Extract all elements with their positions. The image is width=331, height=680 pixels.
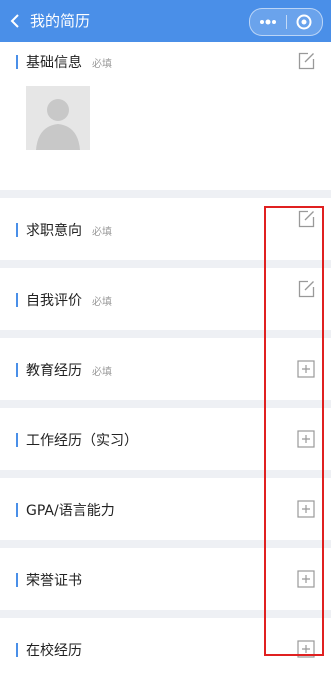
section-header: GPA/语言能力 (16, 500, 115, 520)
add-icon[interactable] (297, 430, 315, 448)
section-header: 自我评价 必填 (16, 290, 112, 310)
page-title: 我的简历 (30, 12, 91, 30)
avatar[interactable] (26, 86, 90, 150)
section-accent-bar (16, 573, 18, 587)
more-dots-icon (259, 19, 276, 25)
more-button[interactable] (250, 9, 286, 35)
edit-icon[interactable] (297, 210, 315, 228)
section-label: 教育经历 (26, 363, 82, 379)
section-header: 荣誉证书 (16, 570, 82, 590)
resume-sections: 基础信息 必填 求职意向 必填 自我评价 必填 教育经历 必填 工作经历（实习）… (0, 42, 331, 680)
section-basic-info: 基础信息 必填 (0, 42, 331, 190)
required-tag: 必填 (92, 226, 112, 238)
add-icon[interactable] (297, 570, 315, 588)
section-self-evaluation[interactable]: 自我评价 必填 (0, 268, 331, 330)
section-header: 教育经历 必填 (16, 360, 112, 380)
section-gpa-language[interactable]: GPA/语言能力 (0, 478, 331, 540)
section-accent-bar (16, 223, 18, 237)
required-tag: 必填 (92, 296, 112, 308)
section-job-intention[interactable]: 求职意向 必填 (0, 198, 331, 260)
add-icon[interactable] (297, 640, 315, 658)
section-certificates[interactable]: 荣誉证书 (0, 548, 331, 610)
target-circle-icon (296, 14, 312, 30)
add-icon[interactable] (297, 360, 315, 378)
section-accent-bar (16, 503, 18, 517)
add-icon[interactable] (297, 500, 315, 518)
section-label: 工作经历（实习） (26, 433, 138, 449)
chevron-left-icon (10, 14, 19, 28)
section-accent-bar (16, 433, 18, 447)
edit-icon[interactable] (297, 52, 315, 70)
section-accent-bar (16, 363, 18, 377)
section-header: 在校经历 (16, 640, 82, 660)
title-bar: 我的简历 (0, 0, 331, 42)
mini-program-capsule (249, 8, 323, 36)
section-campus-experience[interactable]: 在校经历 (0, 618, 331, 680)
section-label: 基础信息 (26, 55, 82, 71)
section-header: 工作经历（实习） (16, 430, 138, 450)
section-accent-bar (16, 293, 18, 307)
section-header: 求职意向 必填 (16, 220, 112, 240)
section-label: 求职意向 (26, 223, 82, 239)
edit-icon[interactable] (297, 280, 315, 298)
section-accent-bar (16, 55, 18, 69)
section-label: 荣誉证书 (26, 573, 82, 589)
section-accent-bar (16, 643, 18, 657)
back-button[interactable] (0, 0, 30, 42)
section-header: 基础信息 必填 (16, 52, 112, 72)
close-mini-program-button[interactable] (287, 9, 323, 35)
section-education[interactable]: 教育经历 必填 (0, 338, 331, 400)
required-tag: 必填 (92, 58, 112, 70)
default-avatar-icon (36, 99, 80, 150)
required-tag: 必填 (92, 366, 112, 378)
section-label: 自我评价 (26, 293, 82, 309)
section-label: GPA/语言能力 (26, 503, 115, 519)
section-label: 在校经历 (26, 643, 82, 659)
section-work-experience[interactable]: 工作经历（实习） (0, 408, 331, 470)
